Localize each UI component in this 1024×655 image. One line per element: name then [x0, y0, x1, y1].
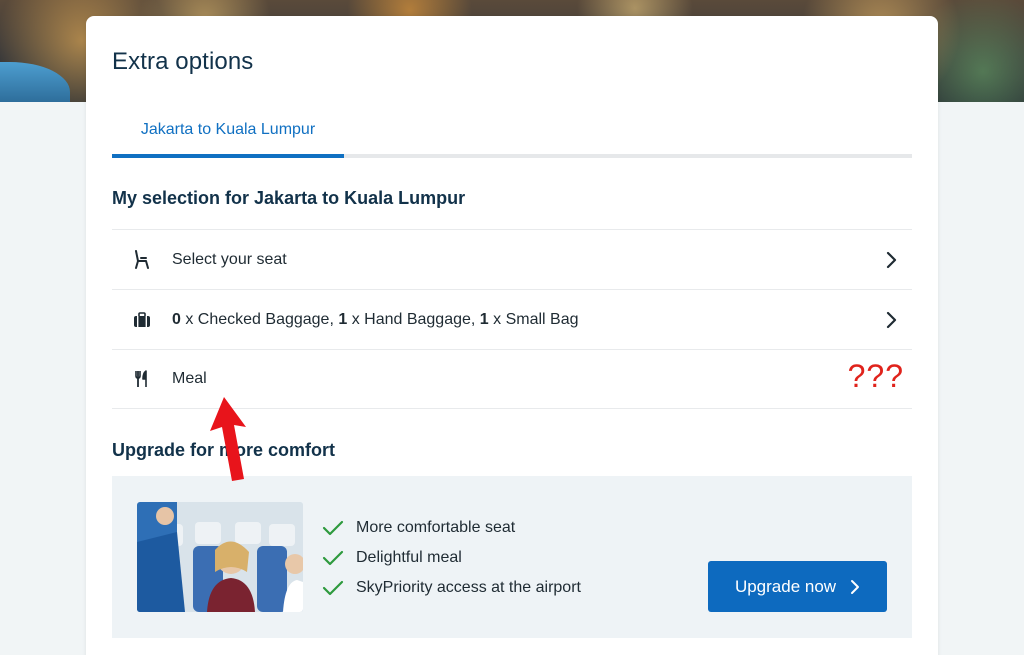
seat-row[interactable]: Select your seat [112, 229, 912, 289]
benefit-item: More comfortable seat [322, 513, 682, 543]
question-marks-annotation: ??? [847, 358, 904, 394]
meal-row-label: Meal [172, 370, 207, 387]
chevron-right-icon [886, 311, 897, 329]
checked-baggage-count: 0 [172, 310, 181, 328]
upgrade-now-label: Upgrade now [734, 576, 837, 596]
benefit-text: Delightful meal [356, 549, 462, 566]
small-bag-count: 1 [479, 310, 489, 328]
upgrade-now-button[interactable]: Upgrade now [708, 561, 887, 612]
tab-jakarta-kuala-lumpur[interactable]: Jakarta to Kuala Lumpur [112, 114, 344, 158]
meal-icon [112, 349, 172, 409]
benefits-list: More comfortable seat Delightful meal Sk… [322, 513, 682, 603]
extra-options-card: Extra options Jakarta to Kuala Lumpur My… [86, 16, 938, 655]
page-title: Extra options [112, 48, 254, 75]
check-icon [322, 580, 344, 596]
benefit-text: SkyPriority access at the airport [356, 579, 581, 596]
tab-bar: Jakarta to Kuala Lumpur [112, 114, 912, 158]
check-icon [322, 550, 344, 566]
seat-row-label: Select your seat [172, 250, 287, 268]
checked-baggage-text: x Checked Baggage, [180, 310, 339, 328]
hand-baggage-count: 1 [338, 310, 348, 328]
chevron-right-icon [886, 251, 897, 269]
benefit-text: More comfortable seat [356, 519, 516, 536]
benefit-item: SkyPriority access at the airport [322, 573, 682, 603]
selection-list: Select your seat 0 x Checked Baggage, 1 … [112, 229, 912, 409]
baggage-row-label: 0 x Checked Baggage, 1 x Hand Baggage, 1… [172, 311, 579, 329]
hand-baggage-text: x Hand Baggage, [347, 310, 480, 328]
small-bag-text: x Small Bag [488, 310, 579, 328]
benefit-item: Delightful meal [322, 543, 682, 573]
baggage-icon [112, 290, 172, 350]
chevron-right-icon [851, 579, 860, 594]
check-icon [322, 520, 344, 536]
upgrade-panel: More comfortable seat Delightful meal Sk… [112, 476, 912, 638]
selection-title: My selection for Jakarta to Kuala Lumpur [112, 188, 466, 208]
cabin-photo [137, 502, 303, 612]
seat-icon [112, 230, 172, 290]
red-arrow-annotation [210, 397, 246, 481]
hero-building [0, 62, 70, 102]
baggage-row[interactable]: 0 x Checked Baggage, 1 x Hand Baggage, 1… [112, 289, 912, 349]
